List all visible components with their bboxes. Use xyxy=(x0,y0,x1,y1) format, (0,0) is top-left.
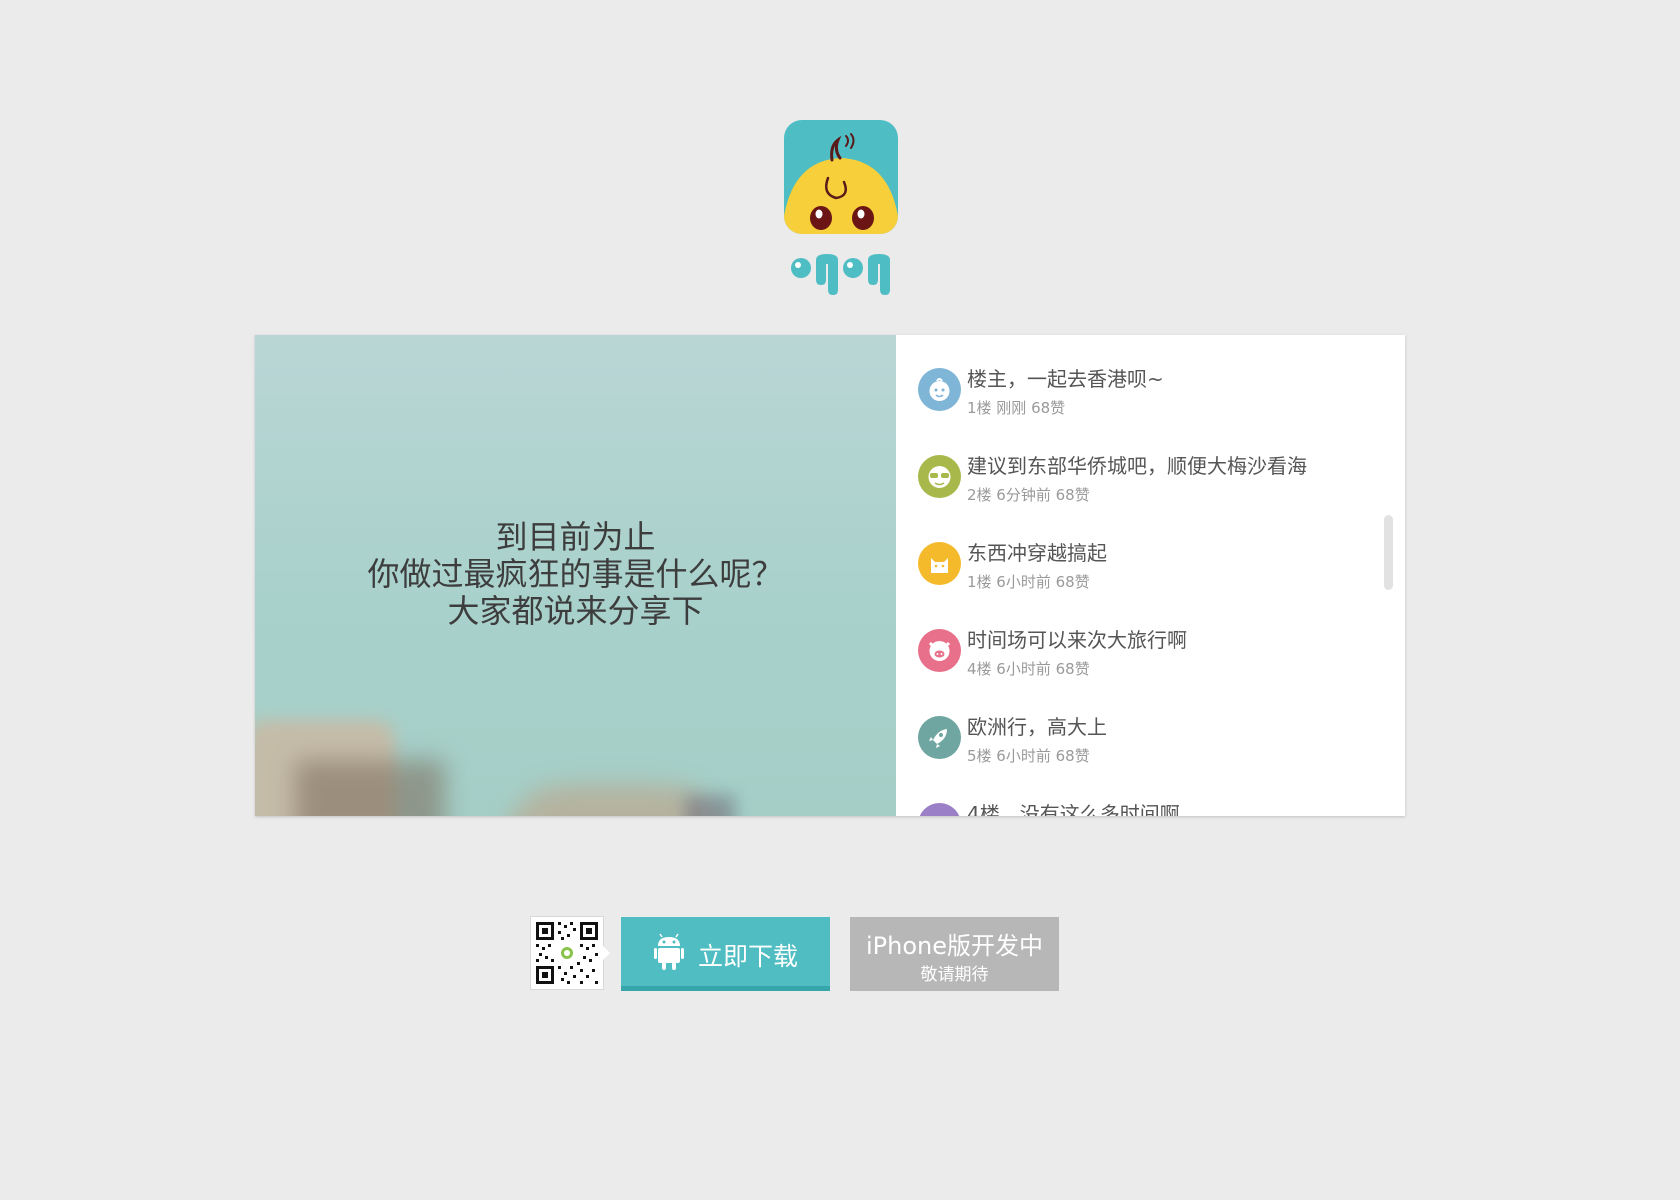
comment-text: 时间场可以来次大旅行啊 xyxy=(967,628,1187,652)
avatar-icon xyxy=(918,803,961,816)
comment-meta: 5楼 6小时前 68赞 xyxy=(967,747,1090,765)
sunglasses-face-icon xyxy=(918,455,961,498)
qr-code-icon xyxy=(530,916,604,990)
comment-item: 4楼，没有这么多时间啊 xyxy=(918,798,1388,816)
comment-text: 东西冲穿越搞起 xyxy=(967,541,1107,565)
pig-icon xyxy=(918,629,961,672)
chick-mascot-icon xyxy=(784,120,898,234)
baby-face-icon xyxy=(918,368,961,411)
comment-meta: 4楼 6小时前 68赞 xyxy=(967,660,1090,678)
app-logo xyxy=(784,120,898,296)
comment-text: 4楼，没有这么多时间啊 xyxy=(967,802,1180,816)
iphone-status-text: iPhone版开发中 xyxy=(865,932,1043,960)
topic-line: 大家都说来分享下 xyxy=(447,592,704,630)
rocket-icon xyxy=(918,716,961,759)
cat-icon xyxy=(918,542,961,585)
topic-question: 到目前为止 你做过最疯狂的事是什么呢？ 大家都说来分享下 xyxy=(255,519,896,630)
topic-line: 到目前为止 xyxy=(495,518,656,556)
comment-meta: 1楼 刚刚 68赞 xyxy=(967,399,1066,417)
comment-item: 欧洲行，高大上 5楼 6小时前 68赞 xyxy=(918,711,1388,791)
comment-text: 建议到东部华侨城吧，顺便大梅沙看海 xyxy=(967,454,1307,478)
comment-list[interactable]: 楼主，一起去香港呗~ 1楼 刚刚 68赞 建议到东部华侨城吧，顺便大梅沙看海 2… xyxy=(896,335,1405,816)
comment-item: 楼主，一起去香港呗~ 1楼 刚刚 68赞 xyxy=(918,363,1388,443)
qr-pointer xyxy=(603,946,610,960)
android-icon xyxy=(654,933,684,975)
comment-meta: 2楼 6分钟前 68赞 xyxy=(967,486,1090,504)
iphone-coming-soon-button: iPhone版开发中 敬请期待 xyxy=(850,917,1059,991)
comment-item: 时间场可以来次大旅行啊 4楼 6小时前 68赞 xyxy=(918,624,1388,704)
preview-card: 到目前为止 你做过最疯狂的事是什么呢？ 大家都说来分享下 楼主，一起去香港呗~ … xyxy=(255,335,1405,816)
topic-line: 你做过最疯狂的事是什么呢？ xyxy=(367,555,784,593)
comment-scrollbar[interactable] xyxy=(1384,515,1393,590)
comment-text: 楼主，一起去香港呗~ xyxy=(967,367,1164,391)
topic-hero-image: 到目前为止 你做过最疯狂的事是什么呢？ 大家都说来分享下 xyxy=(255,335,896,816)
iphone-status-subtext: 敬请期待 xyxy=(920,965,989,985)
comment-item: 建议到东部华侨城吧，顺便大梅沙看海 2楼 6分钟前 68赞 xyxy=(918,450,1388,530)
comment-text: 欧洲行，高大上 xyxy=(967,715,1107,739)
android-download-label: 立即下载 xyxy=(698,942,799,971)
comment-item: 东西冲穿越搞起 1楼 6小时前 68赞 xyxy=(918,537,1388,617)
android-download-button[interactable]: 立即下载 xyxy=(621,917,830,991)
comment-meta: 1楼 6小时前 68赞 xyxy=(967,573,1090,591)
onon-wordmark xyxy=(784,246,898,296)
